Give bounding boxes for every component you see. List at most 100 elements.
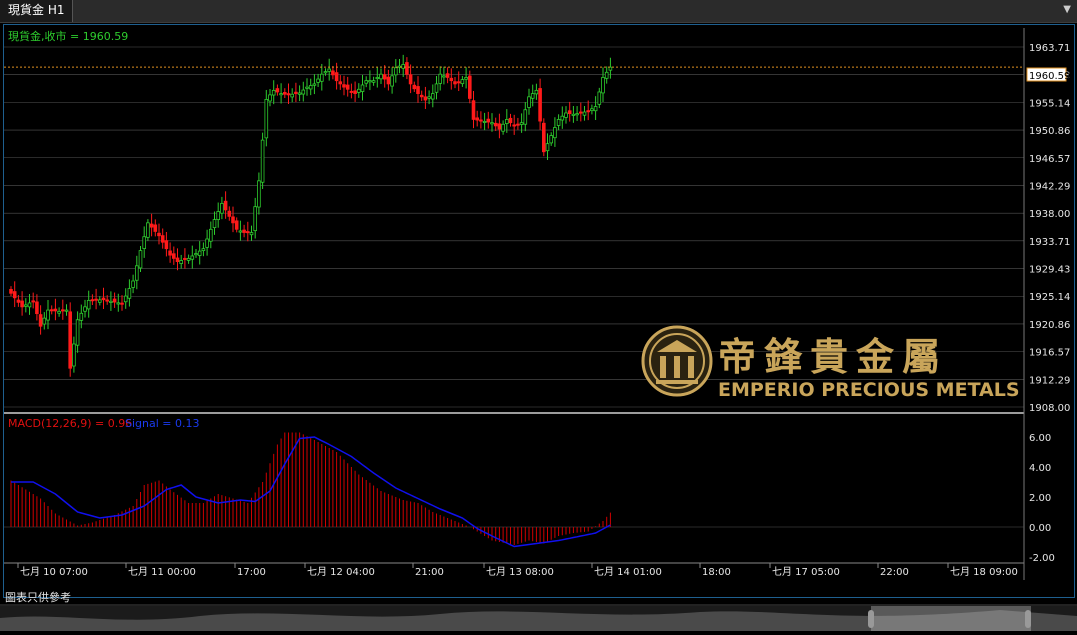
candle-body <box>42 317 47 325</box>
candle-body <box>16 299 21 303</box>
candle-body <box>216 211 221 220</box>
macd-y-tick-label: 6.00 <box>1029 433 1051 444</box>
candle-body <box>234 220 239 230</box>
candle-body <box>123 295 128 303</box>
candle-body <box>501 123 505 132</box>
candle-body <box>601 77 605 94</box>
candle-body <box>57 310 61 314</box>
candle-body <box>379 73 383 80</box>
candle-body <box>430 93 435 100</box>
candle-body <box>345 84 350 90</box>
signal-legend: Signal = 0.13 <box>125 417 200 430</box>
y-tick-label: 1942.29 <box>1029 181 1070 192</box>
candle-body <box>194 253 198 256</box>
candle-body <box>186 257 191 261</box>
candle-body <box>208 228 213 242</box>
candle-body <box>157 232 161 237</box>
candle-body <box>275 88 280 93</box>
candle-body <box>368 80 372 83</box>
y-tick-label: 1912.29 <box>1029 375 1070 386</box>
x-tick-label: 七月 14 01:00 <box>594 566 662 578</box>
candle-body <box>75 319 80 346</box>
candle-body <box>416 86 420 94</box>
candle-body <box>134 265 139 281</box>
brand-en: EMPERIO PRECIOUS METALS <box>718 379 1020 401</box>
candle-body <box>486 118 491 123</box>
candle-body <box>419 94 424 98</box>
candle-body <box>371 80 376 83</box>
brand-logo: 帝鋒貴金屬 EMPERIO PRECIOUS METALS <box>641 325 1020 401</box>
candle-body <box>183 257 187 260</box>
candle-body <box>390 75 394 87</box>
y-tick-label: 1920.86 <box>1029 320 1070 331</box>
candle-body <box>482 120 487 123</box>
candle-body <box>305 86 309 89</box>
candle-body <box>146 222 150 238</box>
candle-body <box>582 111 587 116</box>
price-legend: 現貨金,收市 = 1960.59 <box>8 29 128 43</box>
candle-body <box>9 288 13 294</box>
candle-body <box>260 139 265 183</box>
candle-body <box>512 124 516 127</box>
candle-body <box>327 68 331 72</box>
candle-body <box>83 306 87 312</box>
candle-body <box>464 77 468 80</box>
y-axis-ticks: 1963.711959.431955.141950.861946.571942.… <box>1029 43 1070 564</box>
candle-body <box>460 79 465 85</box>
candle-body <box>297 92 302 95</box>
x-tick-label: 17:00 <box>237 567 266 578</box>
candle-body <box>364 80 368 84</box>
candle-body <box>560 115 565 121</box>
candle-body <box>64 309 69 312</box>
x-tick-label: 七月 11 00:00 <box>128 566 196 578</box>
candle-body <box>171 253 176 259</box>
candle-body <box>456 81 461 84</box>
candle-body <box>31 300 35 303</box>
candle-body <box>35 301 39 315</box>
candle-body <box>445 73 450 78</box>
candle-body <box>412 84 417 90</box>
candle-body <box>579 111 583 114</box>
candle-body <box>138 250 143 269</box>
candle-body <box>27 302 32 308</box>
candle-body <box>449 77 454 82</box>
candle-body <box>542 122 546 153</box>
candle-body <box>201 248 206 252</box>
candle-body <box>556 119 561 126</box>
candle-body <box>116 302 121 305</box>
macd-legend: MACD(12,26,9) = 0.96 <box>8 417 132 430</box>
candle-body <box>301 89 306 95</box>
candle-body <box>61 309 65 312</box>
candle-body <box>530 93 535 99</box>
candles <box>9 54 613 377</box>
candle-body <box>427 96 431 99</box>
candle-body <box>38 314 43 327</box>
candle-body <box>242 229 246 233</box>
candle-body <box>112 298 117 303</box>
scroll-handle-left <box>868 610 874 628</box>
candle-body <box>86 299 91 310</box>
candle-body <box>423 96 428 101</box>
candle-body <box>564 112 568 118</box>
chart-area[interactable]: 1963.711959.431955.141950.861946.571942.… <box>0 0 1077 631</box>
candle-body <box>338 81 343 85</box>
candle-body <box>360 84 365 92</box>
candle-body <box>279 93 283 96</box>
candle-body <box>220 203 224 214</box>
candle-body <box>120 302 124 305</box>
x-tick-label: 22:00 <box>880 567 909 578</box>
candle-body <box>105 299 110 302</box>
candle-body <box>490 122 494 125</box>
candle-body <box>586 110 590 113</box>
time-scrollbar[interactable] <box>0 604 1077 631</box>
y-tick-label: 1916.57 <box>1029 348 1070 359</box>
macd-y-tick-label: 0.00 <box>1029 523 1051 534</box>
y-tick-label: 1933.71 <box>1029 237 1070 248</box>
candle-body <box>109 300 113 303</box>
candle-body <box>567 110 572 115</box>
macd-histogram <box>4 432 1024 545</box>
candle-body <box>190 255 195 260</box>
candle-body <box>223 200 228 211</box>
candle-body <box>527 96 531 108</box>
candle-body <box>271 89 276 96</box>
